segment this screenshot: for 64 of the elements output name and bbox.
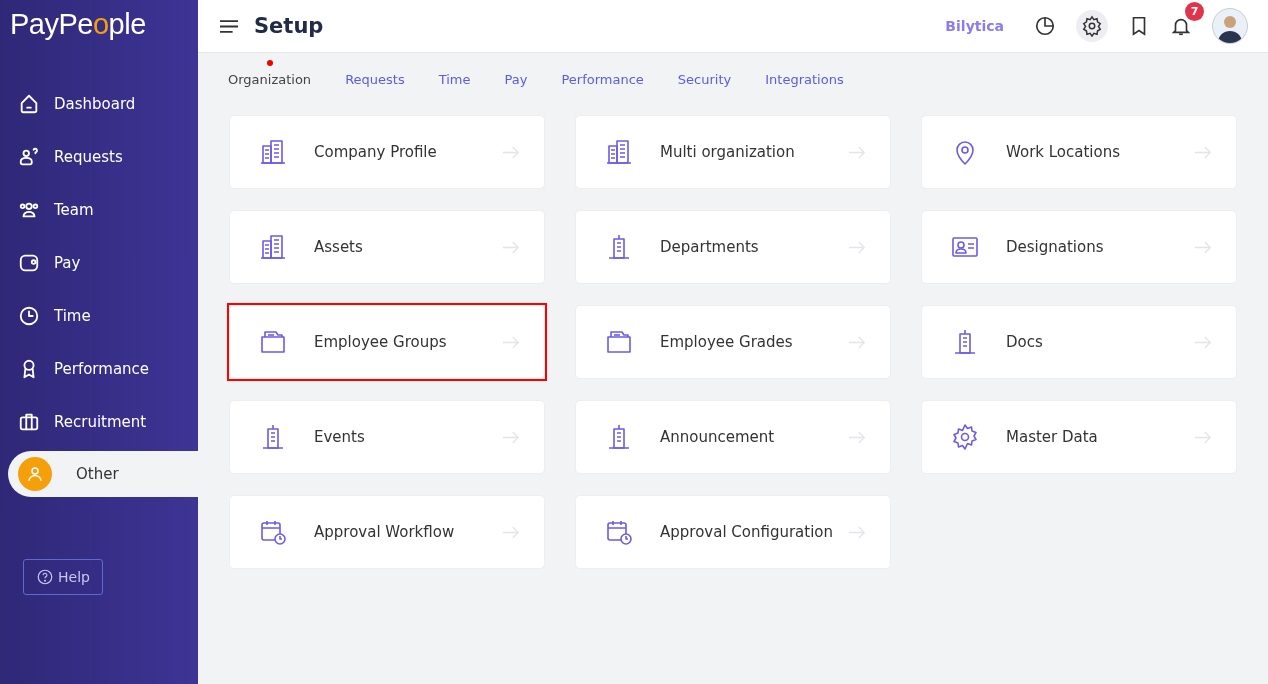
requests-icon (18, 145, 40, 168)
sidebar-item[interactable]: Other (8, 451, 198, 497)
avatar[interactable] (1212, 8, 1248, 44)
arrow-right-icon (1194, 145, 1212, 159)
tab[interactable]: Performance (561, 60, 644, 97)
settings-icon[interactable] (1076, 10, 1108, 42)
arrow-right-icon (848, 145, 866, 159)
user-icon (18, 457, 52, 491)
sidebar-item[interactable]: Time (0, 289, 198, 342)
sidebar-item[interactable]: Requests (0, 130, 198, 183)
setup-card[interactable]: Approval Workflow (229, 495, 545, 569)
logo: PayPeople (9, 7, 147, 42)
calendar-icon (605, 518, 633, 546)
tab[interactable]: Time (438, 60, 471, 97)
tab[interactable]: Organization (228, 60, 312, 97)
page-title: Setup (254, 14, 324, 38)
sidebar-item[interactable]: Pay (0, 236, 198, 289)
help-button[interactable]: Help (23, 559, 103, 595)
setup-card[interactable]: Docs (921, 305, 1237, 379)
menu-icon[interactable] (220, 19, 238, 33)
setup-card[interactable]: Master Data (921, 400, 1237, 474)
setup-card[interactable]: Company Profile (229, 115, 545, 189)
arrow-right-icon (502, 335, 520, 349)
setup-card[interactable]: Employee Grades (575, 305, 891, 379)
tab[interactable]: Pay (504, 60, 528, 97)
notification-badge: 7 (1185, 2, 1204, 21)
setup-card[interactable]: Approval Configuration (575, 495, 891, 569)
sidebar-item[interactable]: Team (0, 183, 198, 236)
pie-chart-icon[interactable] (1034, 15, 1056, 37)
arrow-right-icon (1194, 240, 1212, 254)
tab[interactable]: Requests (345, 60, 405, 97)
arrow-right-icon (1194, 335, 1212, 349)
setup-card[interactable]: Assets (229, 210, 545, 284)
clock-icon (18, 304, 40, 327)
arrow-right-icon (502, 145, 520, 159)
arrow-right-icon (848, 525, 866, 539)
help-icon (36, 568, 54, 586)
arrow-right-icon (502, 430, 520, 444)
sidebar-item[interactable]: Recruitment (0, 395, 198, 448)
buildings-icon (605, 138, 633, 166)
setup-card[interactable]: Events (229, 400, 545, 474)
arrow-right-icon (848, 240, 866, 254)
buildings-icon (259, 233, 287, 261)
tab[interactable]: Security (677, 60, 732, 97)
arrow-right-icon (502, 240, 520, 254)
arrow-right-icon (502, 525, 520, 539)
home-icon (18, 92, 40, 115)
tab[interactable]: Integrations (765, 60, 844, 97)
sidebar-item[interactable]: Dashboard (0, 77, 198, 130)
buildings-icon (259, 138, 287, 166)
setup-card[interactable]: Departments (575, 210, 891, 284)
setup-card[interactable]: Designations (921, 210, 1237, 284)
arrow-right-icon (1194, 430, 1212, 444)
arrow-right-icon (848, 430, 866, 444)
setup-card[interactable]: Employee Groups (229, 305, 545, 379)
setup-card[interactable]: Work Locations (921, 115, 1237, 189)
sidebar-item[interactable]: Performance (0, 342, 198, 395)
arrow-right-icon (848, 335, 866, 349)
folder-icon (605, 328, 633, 356)
folder-icon (259, 328, 287, 356)
setup-card[interactable]: Announcement (575, 400, 891, 474)
calendar-icon (259, 518, 287, 546)
gear-icon (951, 423, 979, 451)
setup-card[interactable]: Multi organization (575, 115, 891, 189)
